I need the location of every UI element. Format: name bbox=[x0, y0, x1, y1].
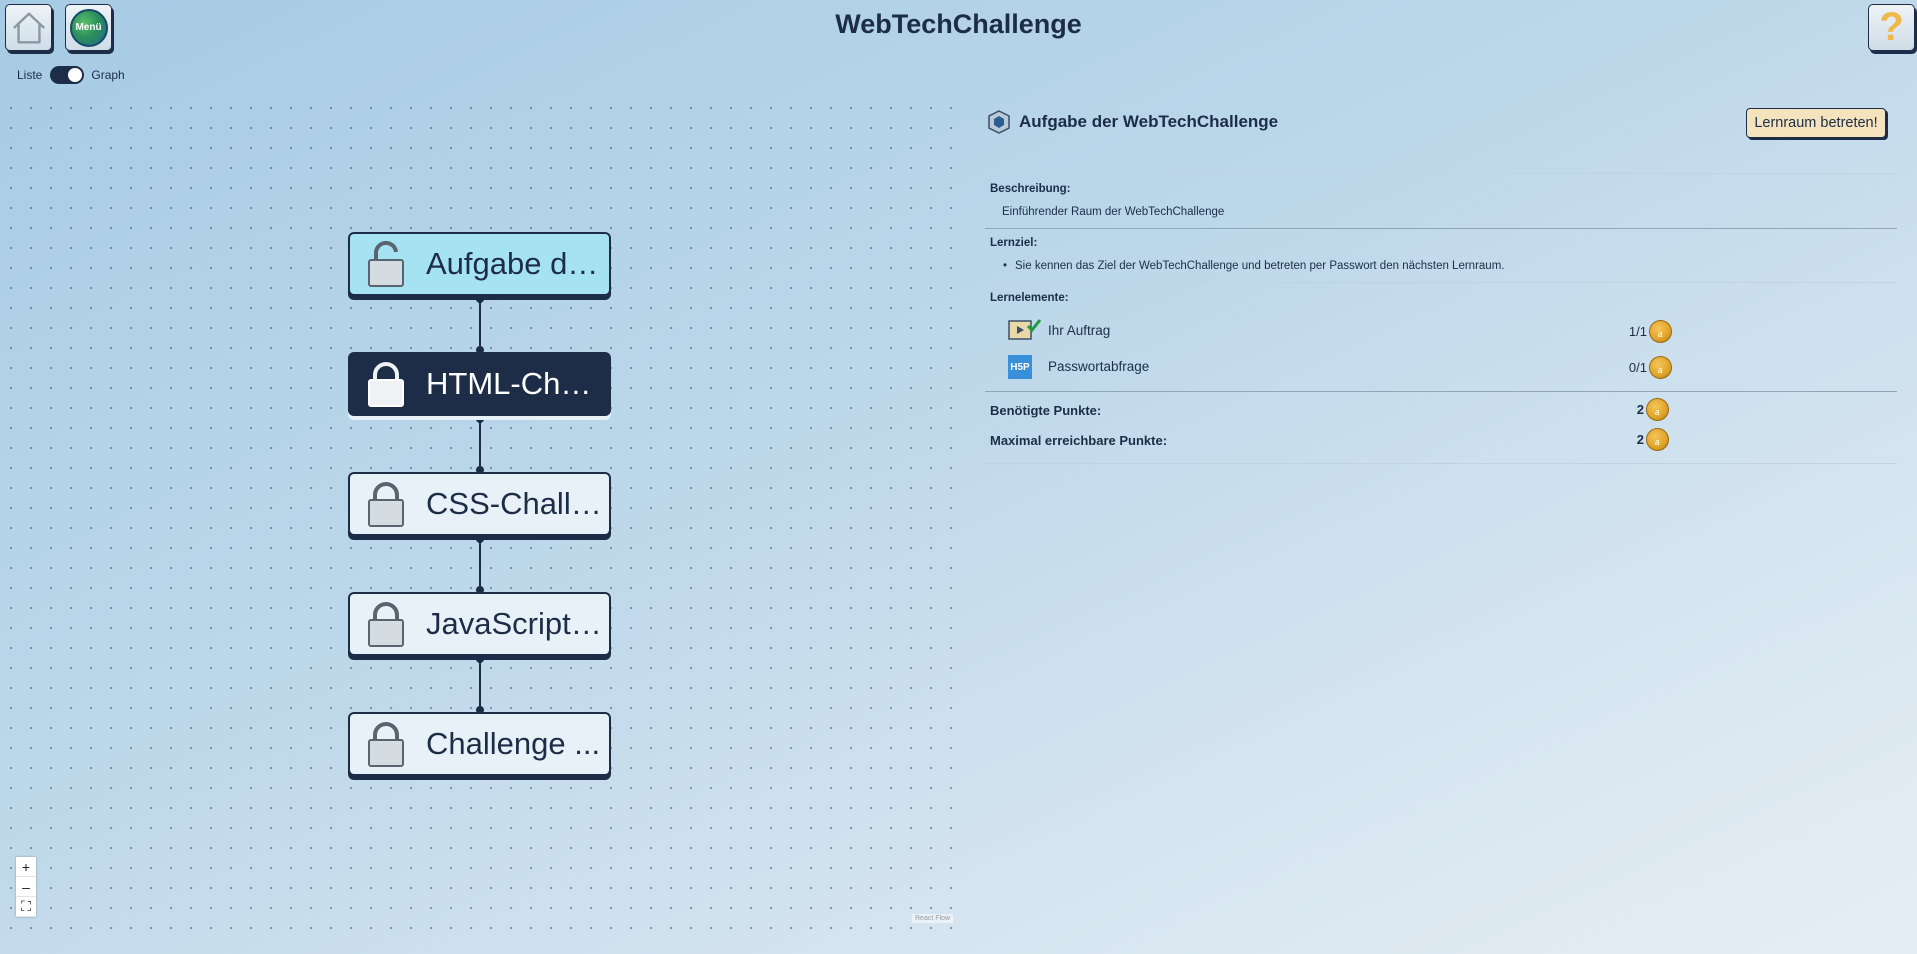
coin-icon: ₐ bbox=[1649, 320, 1672, 343]
graph-edge bbox=[479, 538, 481, 590]
fit-view-button[interactable]: ⛶ bbox=[16, 897, 36, 917]
graph-edge bbox=[479, 418, 481, 470]
graph-edge bbox=[479, 658, 481, 710]
room-node-4[interactable]: JavaScript-... bbox=[348, 592, 611, 656]
toggle-label-list: Liste bbox=[17, 68, 43, 82]
description-text: Einführender Raum der WebTechChallenge bbox=[1002, 206, 1225, 218]
view-toggle-switch[interactable] bbox=[50, 66, 85, 84]
divider bbox=[985, 463, 1897, 464]
edge-handle bbox=[476, 655, 484, 663]
divider bbox=[985, 282, 1897, 283]
element-name[interactable]: Passwortabfrage bbox=[1048, 359, 1149, 374]
coin-icon: ₐ bbox=[1649, 356, 1672, 379]
elements-label: Lernelemente: bbox=[990, 292, 1069, 304]
details-title: Aufgabe der WebTechChallenge bbox=[1019, 112, 1279, 131]
element-score: 1/1 bbox=[1628, 324, 1647, 339]
padlock-icon bbox=[368, 602, 404, 647]
divider bbox=[985, 173, 1897, 174]
node-label: Challenge ... bbox=[426, 726, 601, 761]
room-node-5[interactable]: Challenge ... bbox=[348, 712, 611, 776]
element-score: 0/1 bbox=[1628, 360, 1647, 375]
help-button[interactable]: ? bbox=[1868, 4, 1915, 51]
room-node-1[interactable]: Aufgabe de... bbox=[348, 232, 611, 296]
details-header: Aufgabe der WebTechChallenge bbox=[987, 110, 1278, 134]
react-flow-attribution[interactable]: React Flow bbox=[912, 914, 954, 923]
h5p-icon: H5P bbox=[1008, 355, 1032, 379]
video-icon bbox=[1008, 319, 1042, 340]
zoom-out-button[interactable]: – bbox=[16, 877, 36, 897]
padlock-icon bbox=[368, 362, 404, 407]
question-mark-icon: ? bbox=[1879, 5, 1904, 49]
room-node-3[interactable]: CSS-Challe... bbox=[348, 472, 611, 536]
edge-handle bbox=[476, 535, 484, 543]
node-label: JavaScript-... bbox=[426, 606, 606, 641]
learning-room-icon bbox=[988, 110, 1010, 134]
max-points-label: Maximal erreichbare Punkte: bbox=[990, 433, 1168, 448]
coin-icon: ₐ bbox=[1646, 428, 1669, 451]
divider bbox=[985, 391, 1897, 392]
view-toggle: Liste Graph bbox=[17, 66, 125, 84]
goal-item: Sie kennen das Ziel der WebTechChallenge… bbox=[1015, 260, 1505, 272]
element-name[interactable]: Ihr Auftrag bbox=[1048, 323, 1110, 338]
padlock-icon bbox=[368, 482, 404, 527]
edge-handle bbox=[476, 295, 484, 303]
node-label: Aufgabe de... bbox=[426, 246, 606, 281]
graph-edge bbox=[479, 298, 481, 350]
room-node-2[interactable]: HTML-Chal... bbox=[348, 352, 611, 416]
zoom-controls: + – ⛶ bbox=[16, 857, 36, 917]
node-label: HTML-Chal... bbox=[426, 366, 606, 401]
node-label: CSS-Challe... bbox=[426, 486, 606, 521]
toggle-label-graph: Graph bbox=[91, 68, 125, 82]
goal-label: Lernziel: bbox=[990, 237, 1038, 249]
page-title: WebTechChallenge bbox=[835, 9, 1082, 39]
coin-icon: ₐ bbox=[1646, 398, 1669, 421]
goal-bullet: • bbox=[1003, 260, 1008, 272]
description-label: Beschreibung: bbox=[990, 183, 1071, 195]
max-points-value: 2 bbox=[1636, 432, 1644, 447]
divider bbox=[985, 228, 1897, 229]
required-points-value: 2 bbox=[1636, 402, 1644, 417]
zoom-in-button[interactable]: + bbox=[16, 857, 36, 877]
padlock-icon bbox=[368, 722, 404, 767]
enter-room-button[interactable]: Lernraum betreten! bbox=[1746, 108, 1886, 138]
unlocked-padlock-icon bbox=[368, 241, 404, 287]
edge-handle bbox=[476, 415, 484, 423]
required-points-label: Benötigte Punkte: bbox=[990, 403, 1102, 418]
